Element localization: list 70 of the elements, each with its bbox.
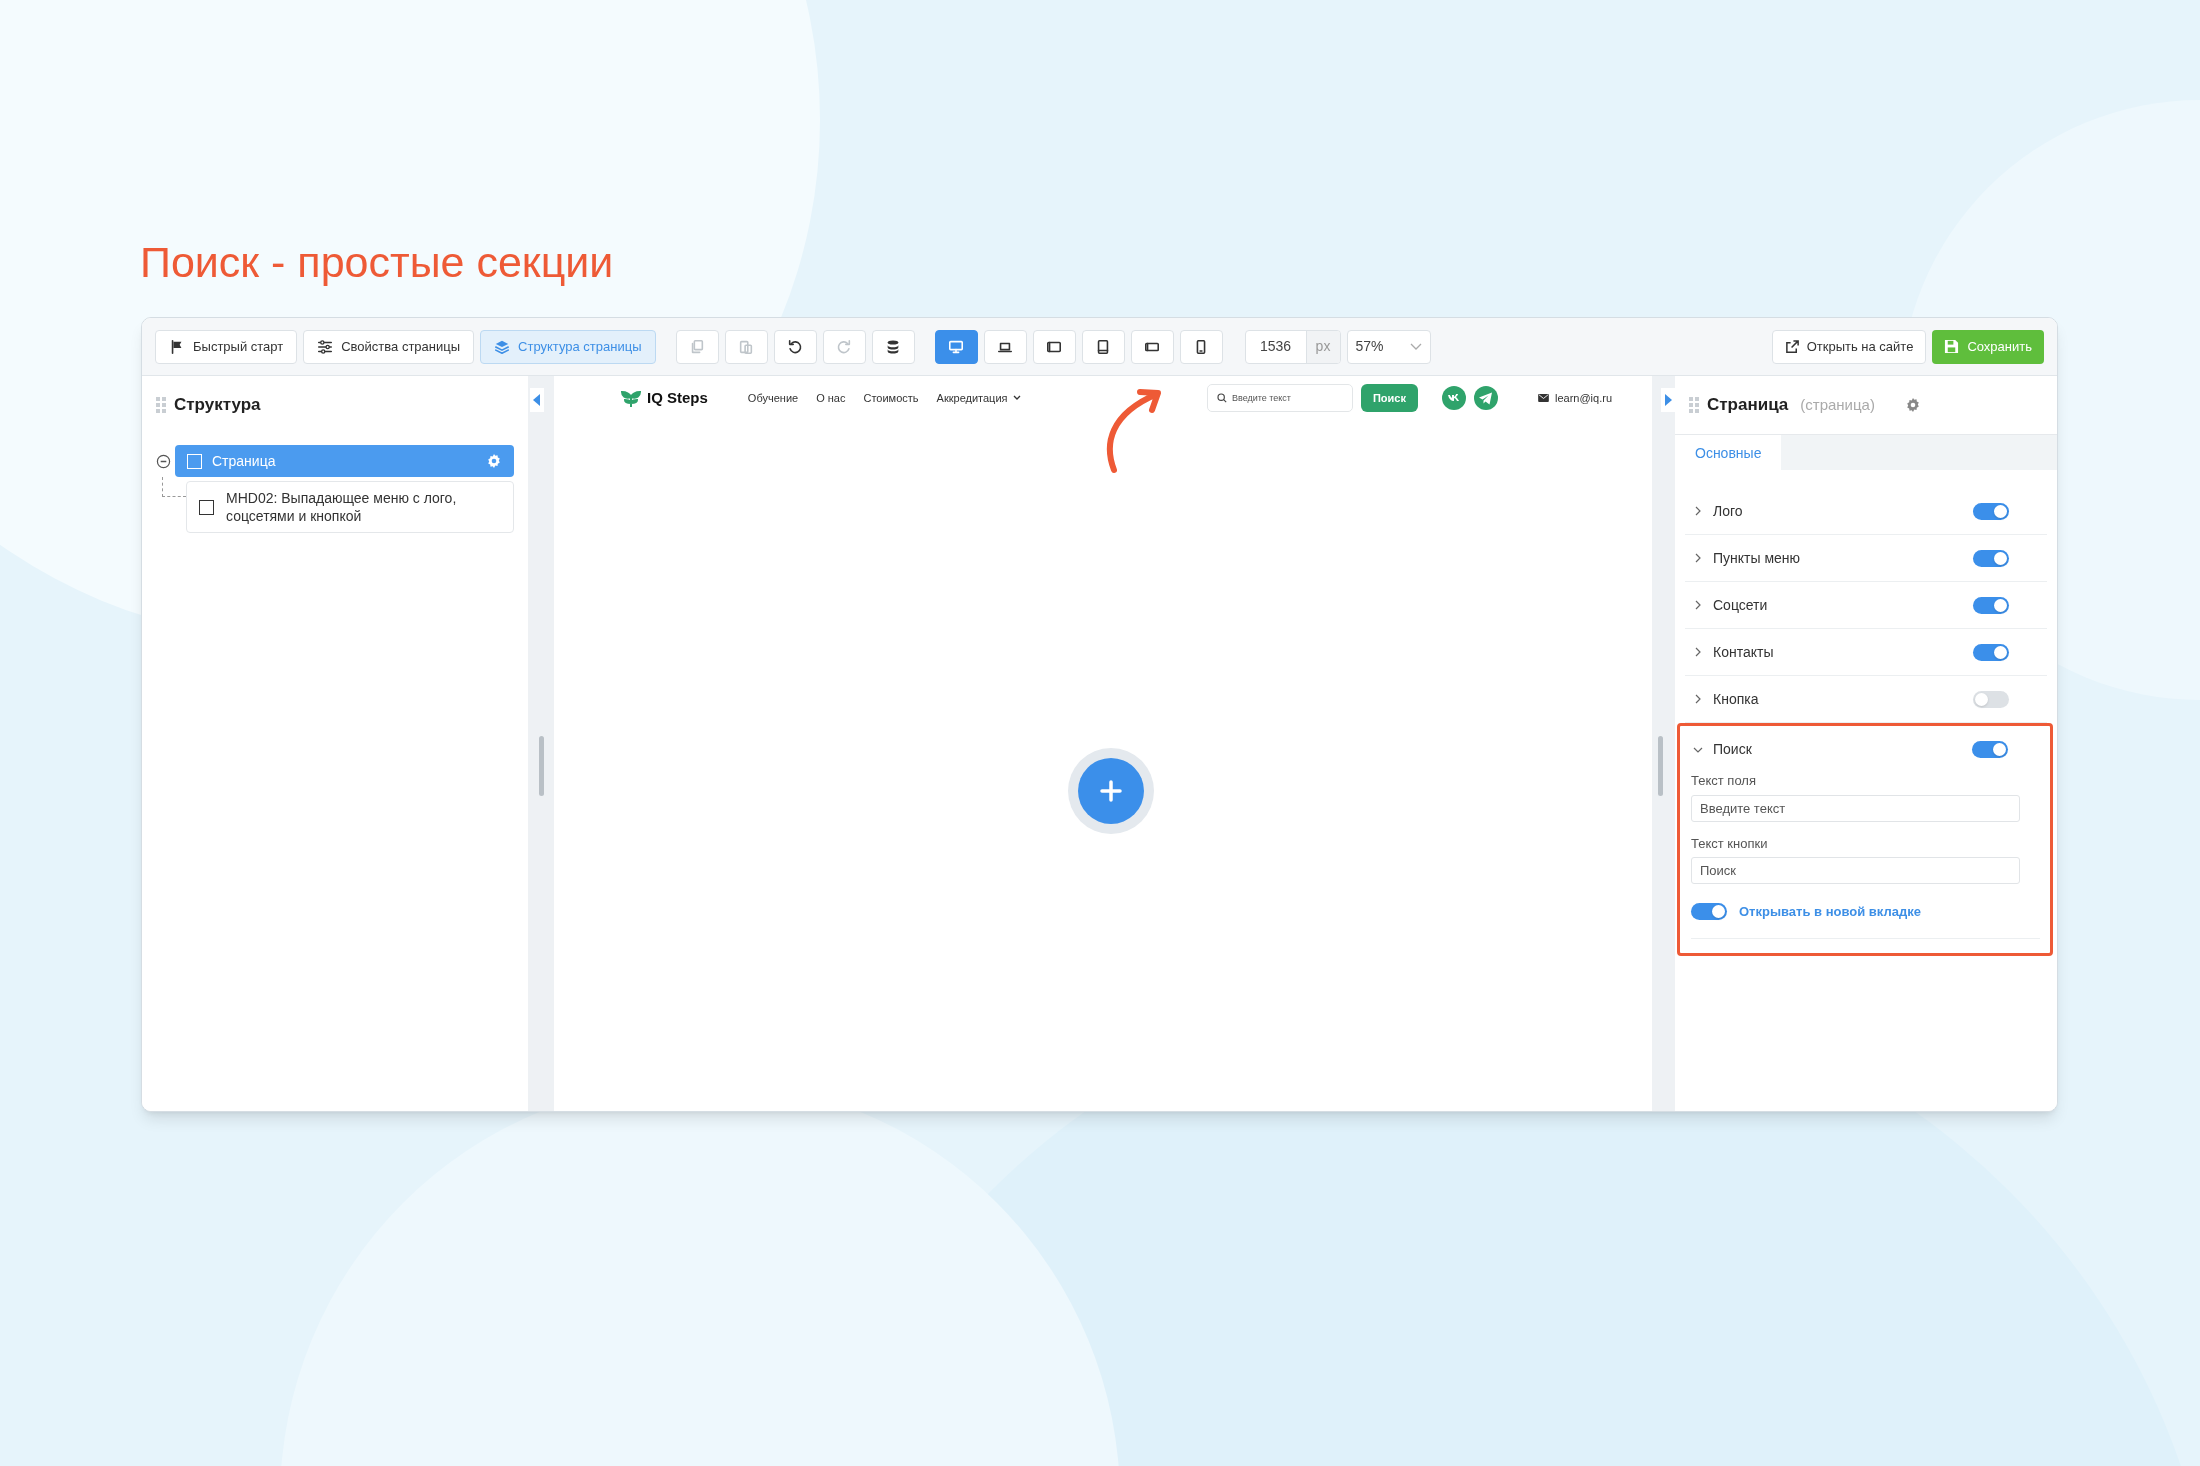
toggle-switch[interactable] bbox=[1973, 690, 2009, 708]
email-text: learn@iq.ru bbox=[1554, 390, 1612, 406]
copy-icon bbox=[689, 338, 705, 355]
desktop-icon bbox=[948, 338, 964, 355]
tablet-icon bbox=[1095, 338, 1111, 355]
envelope-icon bbox=[1537, 394, 1549, 402]
paper-plane-icon bbox=[1473, 386, 1498, 410]
search-icon bbox=[1216, 393, 1227, 403]
redo-icon bbox=[836, 338, 852, 355]
toggle-switch[interactable] bbox=[1972, 741, 2008, 758]
checkbox[interactable] bbox=[199, 499, 214, 515]
chevron-right-icon[interactable] bbox=[1693, 506, 1703, 516]
drag-handle-icon bbox=[156, 397, 166, 413]
option-label: Открывать в новой вкладке bbox=[1739, 903, 1921, 921]
nav-link[interactable]: Стоимость bbox=[863, 389, 919, 407]
toggle-switch[interactable] bbox=[1973, 549, 2009, 567]
toggle-switch[interactable] bbox=[1973, 596, 2009, 614]
tool-button[interactable] bbox=[773, 329, 817, 364]
zoom-select[interactable]: 57% bbox=[1346, 329, 1431, 364]
chevron-right-icon[interactable] bbox=[1693, 553, 1703, 563]
text-input[interactable]: Поиск bbox=[1691, 857, 2020, 884]
layers-icon bbox=[494, 338, 511, 355]
settings-icon bbox=[1904, 397, 1921, 413]
field-label: Текст кнопки bbox=[1691, 834, 1769, 853]
nav-link[interactable]: О нас bbox=[816, 389, 846, 407]
toolbar-tab[interactable]: Быстрый старт bbox=[155, 329, 298, 364]
undo-icon bbox=[787, 338, 803, 355]
sliders-icon bbox=[317, 338, 334, 355]
chevron-right-icon[interactable] bbox=[1693, 694, 1703, 704]
chevron-down-icon bbox=[1409, 342, 1422, 351]
panel-title: Страница bbox=[1707, 394, 1789, 417]
logo-text: IQ Steps bbox=[647, 387, 708, 408]
paste-icon bbox=[738, 338, 754, 355]
section-label: Контакты bbox=[1713, 642, 1775, 662]
external-link-icon bbox=[1784, 339, 1800, 354]
field-label: Текст поля bbox=[1691, 772, 1757, 790]
chevron-right-icon[interactable] bbox=[1693, 600, 1703, 610]
chat-circle-icon bbox=[1441, 386, 1466, 410]
tree-label: Страница bbox=[212, 451, 277, 471]
scrollbar-thumb[interactable] bbox=[1658, 736, 1663, 796]
toggle-switch[interactable] bbox=[1973, 643, 2009, 661]
toggle-switch[interactable] bbox=[1973, 502, 2009, 520]
open-on-site-button[interactable]: Открыть на сайте bbox=[1771, 329, 1927, 364]
nav-link[interactable]: Обучение bbox=[747, 389, 799, 407]
page-heading: Поиск - простые секции bbox=[140, 237, 614, 288]
toggle-switch[interactable] bbox=[1691, 903, 1727, 921]
panel-subtitle: (страница) bbox=[1800, 394, 1875, 415]
database-icon bbox=[885, 338, 901, 355]
section-label: Соцсети bbox=[1713, 595, 1769, 615]
width-field[interactable]: 1536 px bbox=[1244, 329, 1341, 364]
drag-handle-icon bbox=[1689, 397, 1699, 413]
tree-label: MHD02: Выпадающее меню с лого, соцсетями и кнопкой bbox=[226, 489, 458, 525]
section-label: Поиск bbox=[1713, 740, 1753, 759]
tool-button[interactable] bbox=[871, 329, 915, 364]
section-label: Пункты меню bbox=[1713, 548, 1802, 568]
search-field[interactable]: Введите текст bbox=[1206, 384, 1353, 412]
nav-link[interactable]: Аккредитация bbox=[936, 389, 1021, 407]
toolbar-tab[interactable]: Свойства страницы bbox=[303, 329, 475, 364]
section-label: Лого bbox=[1713, 501, 1744, 521]
scrollbar-thumb[interactable] bbox=[539, 736, 544, 796]
chevron-right-icon[interactable] bbox=[1693, 647, 1703, 657]
panel-title: Структура bbox=[174, 394, 261, 417]
tree-item[interactable]: MHD02: Выпадающее меню с лого, соцсетями и кнопкой bbox=[186, 481, 514, 533]
sprout-logo-icon bbox=[621, 388, 641, 408]
section-label: Кнопка bbox=[1713, 689, 1760, 709]
plus-icon bbox=[1100, 780, 1122, 802]
chevron-down-icon bbox=[1012, 395, 1021, 401]
text-input[interactable]: Введите текст bbox=[1691, 794, 2020, 822]
collapse-icon[interactable] bbox=[156, 453, 171, 469]
settings-icon bbox=[486, 453, 502, 469]
